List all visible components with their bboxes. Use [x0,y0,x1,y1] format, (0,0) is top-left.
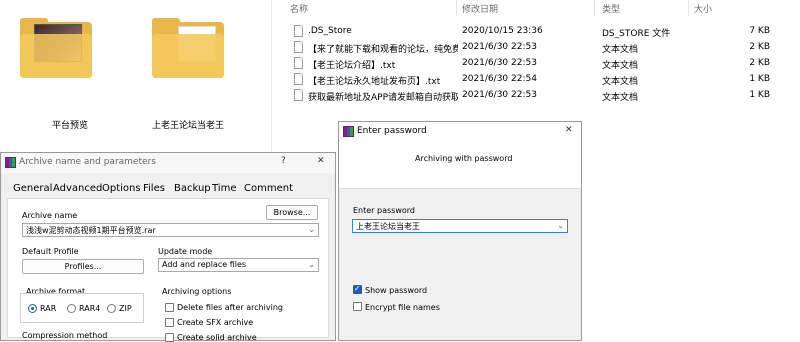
archive-dialog-titlebar[interactable]: Archive name and parameters ? ✕ [1,153,335,173]
password-dialog: Enter password ✕ Archiving with password… [338,121,582,341]
file-size: 7 KB [749,26,770,36]
file-date: 2020/10/15 23:36 [462,26,543,36]
file-name: 【来了就能下载和观看的论坛，纯免费！... [308,45,458,55]
help-button[interactable]: ? [281,156,286,166]
file-type: 文本文档 [602,61,639,71]
close-icon[interactable]: ✕ [317,156,325,166]
tab-general[interactable]: General [13,183,52,194]
profiles-button[interactable]: Profiles... [22,259,144,274]
file-icon [294,57,303,69]
chevron-down-icon[interactable]: ⌄ [308,225,315,234]
file-size: 1 KB [749,74,770,84]
close-icon[interactable]: ✕ [565,125,573,135]
file-icon [294,41,303,53]
column-header-size[interactable]: 大小 [694,2,712,15]
file-name: 【老王论坛永久地址发布页】.txt [308,77,441,87]
sfx-checkbox[interactable] [165,318,174,327]
tab-backup[interactable]: Backup [174,183,211,194]
format-rar4-label[interactable]: RAR4 [79,304,100,313]
file-row[interactable]: 获取最新地址及APP请发邮箱自动获取.txt 2021/6/30 22:53 文… [282,88,800,104]
chevron-down-icon[interactable]: ⌄ [557,221,564,230]
format-rar-label[interactable]: RAR [40,304,56,313]
file-size: 1 KB [749,90,770,100]
chevron-down-icon[interactable]: ⌄ [308,260,315,269]
file-row[interactable]: 【来了就能下载和观看的论坛，纯免费！... 2021/6/30 22:53 文本… [282,40,800,56]
folder-label[interactable]: 平台预览 [15,118,125,131]
password-input[interactable]: 上老王论坛当老王 ⌄ [352,219,568,233]
update-mode-select[interactable]: Add and replace files ⌄ [158,258,319,272]
folder-label[interactable]: 上老王论坛当老王 [133,118,243,131]
enter-password-label: Enter password [353,206,415,215]
file-name: .DS_Store [308,26,352,36]
file-icon [294,73,303,85]
tab-advanced[interactable]: Advanced [53,183,102,194]
file-type: 文本文档 [602,45,639,55]
encrypt-file-names-label[interactable]: Encrypt file names [365,303,440,312]
tab-files[interactable]: Files [143,183,165,194]
archiving-options-label: Archiving options [162,287,232,296]
password-header: Archiving with password [339,142,581,188]
winrar-icon [5,157,16,168]
archive-dialog: Archive name and parameters ? ✕ General … [0,152,336,342]
format-rar4-radio[interactable] [67,304,76,313]
file-date: 2021/6/30 22:54 [462,74,537,84]
show-password-label[interactable]: Show password [365,286,427,295]
file-name: 获取最新地址及APP请发邮箱自动获取.txt [308,93,458,103]
encrypt-file-names-checkbox[interactable] [353,302,362,311]
column-header-date[interactable]: 修改日期 [462,2,498,15]
update-mode-label: Update mode [158,247,213,256]
general-tab-panel: Archive name Browse... 浅浅w泥剪动态视频1期平台预览.r… [7,198,329,342]
column-header-name[interactable]: 名称 [290,2,308,15]
tab-options[interactable]: Options [102,183,141,194]
file-type: 文本文档 [602,77,639,87]
archive-name-input[interactable]: 浅浅w泥剪动态视频1期平台预览.rar ⌄ [22,223,319,237]
file-date: 2021/6/30 22:53 [462,58,537,68]
folder-preview-icon[interactable] [20,18,96,78]
file-row[interactable]: 【老王论坛永久地址发布页】.txt 2021/6/30 22:54 文本文档 1… [282,72,800,88]
archive-dialog-title: Archive name and parameters [19,157,156,167]
file-name: 【老王论坛介绍】.txt [308,61,396,71]
delete-files-checkbox[interactable] [165,303,174,312]
winrar-icon [343,126,354,137]
file-date: 2021/6/30 22:53 [462,90,537,100]
file-date: 2021/6/30 22:53 [462,42,537,52]
column-header-type[interactable]: 类型 [602,2,620,15]
format-zip-label[interactable]: ZIP [119,304,132,313]
file-size: 2 KB [749,58,770,68]
file-size: 2 KB [749,42,770,52]
file-list: 名称 修改日期 类型 大小 .DS_Store 2020/10/15 23:36… [282,0,800,120]
file-icon [294,25,303,37]
default-profile-label: Default Profile [22,247,79,256]
password-dialog-title: Enter password [357,126,427,136]
password-dialog-titlebar[interactable]: Enter password ✕ [339,122,581,142]
file-row[interactable]: 【老王论坛介绍】.txt 2021/6/30 22:53 文本文档 2 KB [282,56,800,72]
format-zip-radio[interactable] [107,304,116,313]
file-icon [294,89,303,101]
tab-comment[interactable]: Comment [244,183,293,194]
folder-forum-icon[interactable] [152,18,228,78]
compression-method-label: Compression method [22,331,108,340]
archiving-with-password-heading: Archiving with password [415,154,513,163]
tab-time[interactable]: Time [212,183,236,194]
delete-files-label[interactable]: Delete files after archiving [177,303,283,312]
file-row[interactable]: .DS_Store 2020/10/15 23:36 DS_STORE 文件 7… [282,24,800,40]
show-password-checkbox[interactable] [353,284,362,294]
sfx-label[interactable]: Create SFX archive [177,318,253,327]
browse-button[interactable]: Browse... [266,205,318,220]
file-type: 文本文档 [602,93,639,103]
file-type: DS_STORE 文件 [602,29,671,39]
archive-name-label: Archive name [22,211,78,220]
format-rar-radio[interactable] [28,304,37,313]
